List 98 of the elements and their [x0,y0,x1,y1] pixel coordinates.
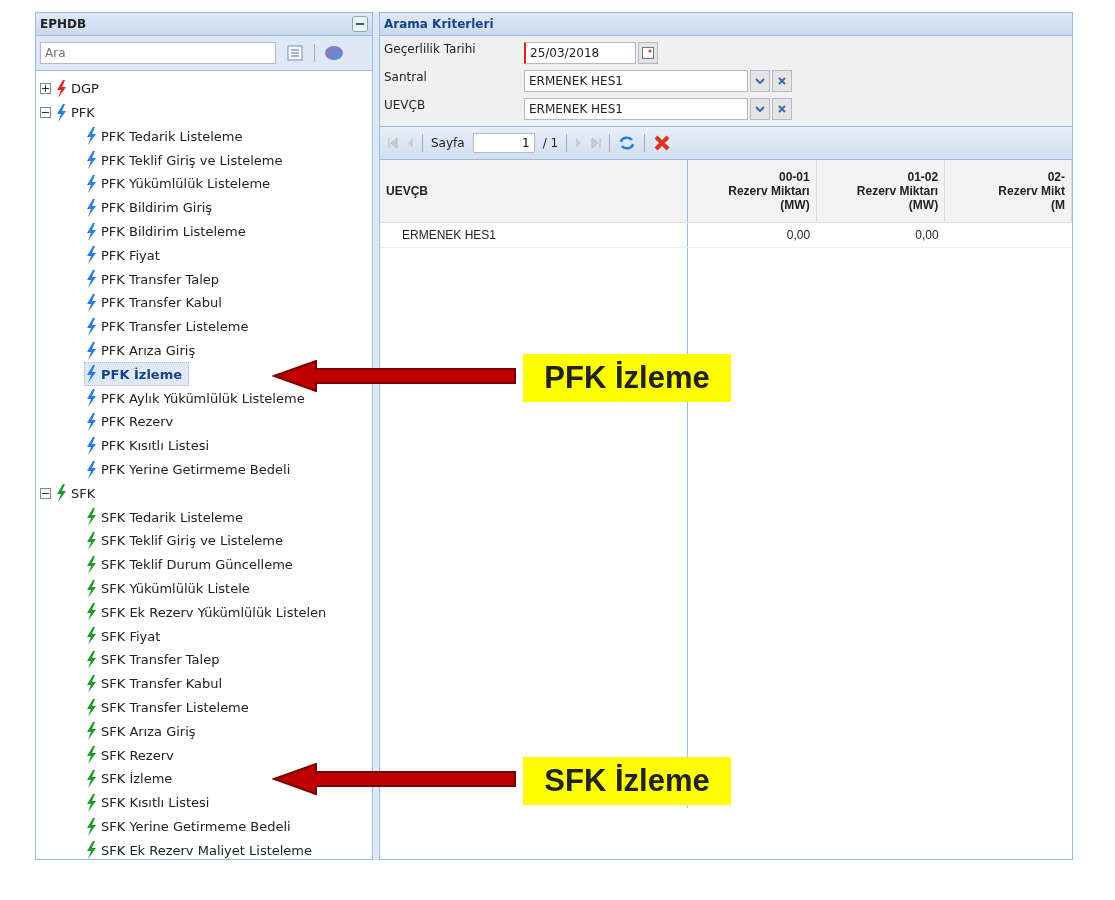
lightning-icon [85,746,97,765]
callout-label: PFK İzleme [523,354,731,402]
tree-item[interactable]: SFK Tedarik Listeleme [84,505,250,530]
tree-item[interactable]: PFK Bildirim Listeleme [84,219,253,244]
collapse-icon[interactable] [352,15,368,32]
tree-item[interactable]: SFK Teklif Giriş ve Listeleme [84,529,290,553]
table-cell: ERMENEK HES1 [380,222,688,248]
tree-item[interactable]: SFK Transfer Talep [84,648,227,672]
tree-item[interactable]: PFK Transfer Listeleme [84,314,256,339]
lightning-icon [85,198,97,217]
lightning-icon [85,817,97,836]
tree-item[interactable]: PFK Yerine Getirmeme Bedeli [84,457,298,482]
combo-field[interactable]: ERMENEK HES1 [524,98,748,120]
column-header[interactable]: 00-01 Rezerv Miktarı (MW) [687,160,817,223]
tree-item[interactable]: PFK Bildirim Giriş [84,195,220,220]
table-cell: 0,00 [816,222,945,248]
lightning-icon [85,793,97,812]
lightning-icon [85,412,97,431]
tree-item[interactable]: PFK Yükümlülük Listeleme [84,172,278,196]
field-label: UEVÇB [384,98,427,112]
lightning-icon [85,127,97,146]
panel-title: EPHDB [40,16,87,31]
table-cell: 0,00 [687,222,817,248]
tree-item[interactable]: SFK Arıza Giriş [84,719,203,744]
delete-icon[interactable] [653,134,672,152]
tree-item[interactable]: SFK Transfer Listeleme [84,695,256,720]
tree-item[interactable]: SFK Kısıtlı Listesi [84,790,217,815]
lightning-icon [85,769,97,788]
date-field[interactable]: 25/03/2018 [524,42,636,64]
lightning-icon [85,222,97,241]
page-total: / 1 [542,136,559,150]
column-header[interactable]: 01-02 Rezerv Miktarı (MW) [816,160,945,223]
lightning-icon [85,436,97,455]
lightning-icon [85,627,97,646]
column-header[interactable]: UEVÇB [380,160,688,223]
lightning-icon [85,246,97,265]
lightning-icon [85,460,97,479]
lightning-icon [85,508,97,527]
tree-item[interactable]: PFK Transfer Talep [84,267,226,292]
expand-toggle[interactable] [40,83,51,95]
field-label: Santral [384,70,428,84]
column-header[interactable]: 02- Rezerv Mikt (M [944,160,1072,223]
lightning-icon [85,531,97,550]
lightning-icon [55,484,67,503]
tree-item[interactable]: PFK Tedarik Listeleme [84,124,250,149]
tree-item[interactable]: SFK Ek Rezerv Yükümlülük Listelen [84,600,334,625]
tree-item[interactable]: PFK Teklif Giriş ve Listeleme [84,148,290,173]
lightning-icon [85,841,97,859]
tree-item[interactable]: SFK Fiyat [84,624,168,649]
lightning-icon [85,674,97,693]
calendar-icon[interactable] [638,42,658,64]
search-field[interactable]: Ara [40,41,276,64]
tree-item[interactable]: SFK Ek Rezerv Maliyet Listeleme [84,838,320,859]
lightning-icon [85,389,97,408]
tree-item[interactable]: SFK [71,485,96,501]
tree-item[interactable]: SFK İzleme [84,767,180,791]
tree-item[interactable]: DGP [71,81,99,97]
tree-item[interactable]: SFK Yerine Getirmeme Bedeli [84,814,298,839]
lightning-icon [55,103,67,122]
lightning-icon [85,579,97,598]
collapse-toggle[interactable] [40,487,51,499]
collapse-toggle[interactable] [40,107,51,119]
lightning-icon [85,650,97,669]
tree-item[interactable]: PFK Fiyat [84,243,167,268]
clear-icon[interactable] [772,98,792,120]
tree-item[interactable]: SFK Rezerv [84,743,181,767]
tree-item[interactable]: PFK [71,105,95,121]
lightning-icon [85,317,97,336]
field-label: Geçerlilik Tarihi [384,42,477,56]
lightning-icon [85,365,97,384]
dropdown-icon[interactable] [750,98,770,120]
lightning-icon [85,722,97,741]
tree-item[interactable]: SFK Transfer Kabul [84,671,230,696]
lightning-icon [85,603,97,622]
panel-title: Arama Kriterleri [384,17,494,31]
clear-icon[interactable] [772,70,792,92]
page-field[interactable]: 1 [472,133,535,153]
page-label: Sayfa [431,136,465,150]
tree-item[interactable]: PFK Arıza Giriş [84,338,203,363]
lightning-icon [85,175,97,193]
dropdown-icon[interactable] [750,70,770,92]
tree-item[interactable]: PFK Kısıtlı Listesi [84,433,217,458]
lightning-icon [85,293,97,312]
tree-item[interactable]: PFK Rezerv [84,410,181,434]
lightning-icon [55,79,67,98]
tree-item[interactable]: SFK Teklif Durum Güncelleme [84,552,300,577]
lightning-icon [85,341,97,360]
refresh-icon[interactable] [618,135,637,151]
callout-label: SFK İzleme [523,757,731,805]
tree-item[interactable]: PFK Aylık Yükümlülük Listeleme [84,386,312,411]
lightning-icon [85,698,97,717]
lightning-icon [85,151,97,170]
tree-item[interactable]: PFK İzleme [84,362,190,387]
lightning-icon [85,270,97,289]
tree-item[interactable]: PFK Transfer Kabul [84,291,229,315]
combo-field[interactable]: ERMENEK HES1 [524,70,748,92]
tree-item[interactable]: SFK Yükümlülük Listele [84,576,257,601]
lightning-icon [85,555,97,574]
